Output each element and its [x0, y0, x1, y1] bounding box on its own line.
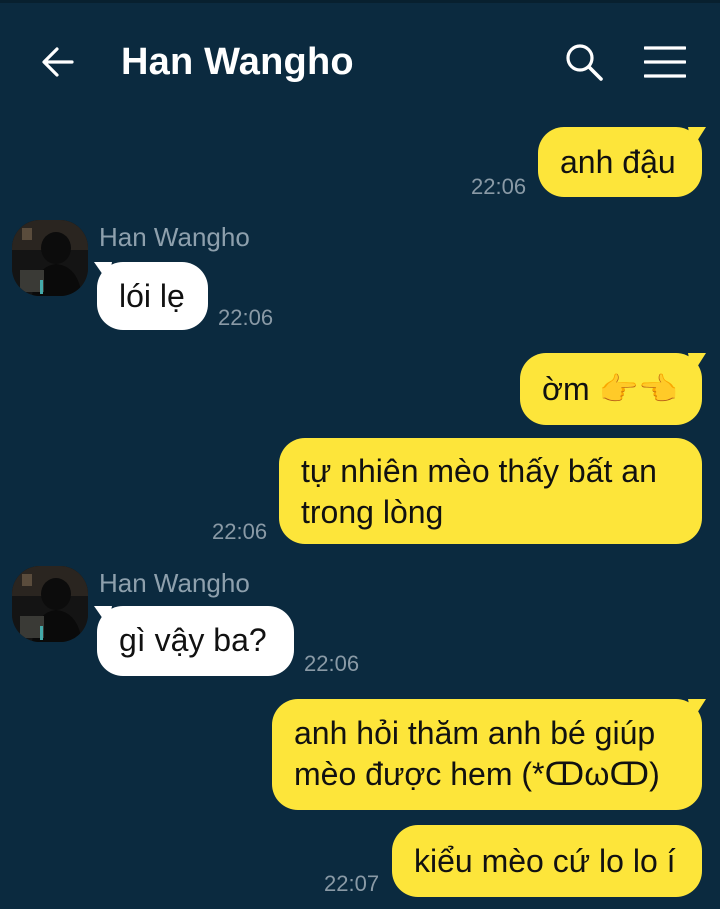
bubble-tail [688, 353, 706, 375]
sender-name: Han Wangho [99, 568, 250, 598]
search-button[interactable] [562, 40, 606, 84]
avatar[interactable] [12, 220, 88, 296]
incoming-message-bubble[interactable]: lói lẹ [97, 262, 208, 330]
bubble-tail [688, 127, 706, 149]
message-timestamp: 22:06 [212, 519, 268, 544]
avatar[interactable] [12, 566, 88, 642]
profile-photo [12, 566, 88, 642]
bubble-tail [688, 699, 706, 721]
chat-title: Han Wangho [121, 41, 354, 83]
status-divider [0, 0, 720, 3]
message-text: lói lẹ [119, 278, 185, 314]
message-text: ờm 👉👈 [542, 371, 679, 407]
app-bar: Han Wangho [0, 0, 720, 120]
profile-photo [12, 220, 88, 296]
back-button[interactable] [36, 40, 80, 84]
menu-button[interactable] [641, 40, 689, 84]
outgoing-message-bubble[interactable]: anh hỏi thăm anh bé giúp mèo được hem (*… [272, 699, 702, 810]
message-timestamp: 22:07 [324, 871, 380, 896]
outgoing-message-bubble[interactable]: tự nhiên mèo thấy bất an trong lòng [279, 438, 702, 544]
incoming-message-bubble[interactable]: gì vậy ba? [97, 606, 294, 676]
message-text: gì vậy ba? [119, 622, 267, 658]
message-text: kiểu mèo cứ lo lo í [414, 843, 676, 879]
outgoing-message-bubble[interactable]: anh đậu [538, 127, 702, 197]
sender-name: Han Wangho [99, 222, 250, 252]
message-timestamp: 22:06 [304, 651, 360, 676]
message-text: anh hỏi thăm anh bé giúp mèo được hem (*… [294, 715, 660, 792]
message-timestamp: 22:06 [218, 305, 274, 330]
message-timestamp: 22:06 [471, 174, 527, 199]
search-icon [566, 44, 603, 81]
message-text: tự nhiên mèo thấy bất an trong lòng [301, 453, 657, 530]
message-text: anh đậu [560, 144, 676, 180]
outgoing-message-bubble[interactable]: kiểu mèo cứ lo lo í [392, 825, 702, 897]
hamburger-menu-icon [644, 46, 686, 78]
arrow-left-icon [42, 47, 74, 77]
outgoing-message-bubble[interactable]: ờm 👉👈 [520, 353, 702, 425]
